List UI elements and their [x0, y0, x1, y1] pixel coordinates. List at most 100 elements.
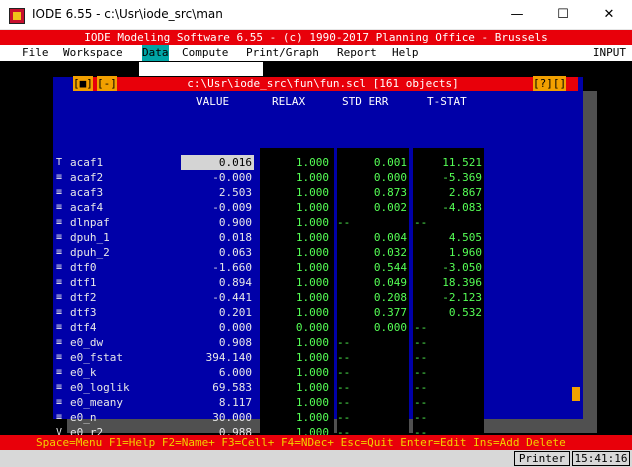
value-cell[interactable]: -0.441 [181, 290, 254, 305]
tstat-cell[interactable]: -- [414, 350, 483, 365]
tstat-cell[interactable]: 11.521 [413, 155, 482, 170]
relax-cell[interactable]: 1.000 [261, 170, 329, 185]
value-cell[interactable]: 0.000 [181, 320, 254, 335]
close-button[interactable]: ✕ [586, 0, 632, 30]
stderr-cell[interactable]: 0.049 [337, 275, 407, 290]
value-cell[interactable]: 0.894 [181, 275, 254, 290]
menu-data[interactable]: Data [142, 45, 169, 61]
stderr-cell[interactable]: 0.377 [337, 305, 407, 320]
value-cell[interactable]: 6.000 [181, 365, 254, 380]
table-row[interactable]: dtf3 0.201 1.000 0.377 0.532 [53, 305, 583, 320]
tstat-cell[interactable]: -- [414, 410, 483, 425]
relax-cell[interactable]: 1.000 [261, 185, 329, 200]
menu-help[interactable]: Help [392, 45, 419, 61]
table-row[interactable]: dpuh_1 0.018 1.000 0.004 4.505 [53, 230, 583, 245]
relax-cell[interactable]: 0.000 [261, 320, 329, 335]
value-cell[interactable]: 0.900 [181, 215, 254, 230]
tstat-cell[interactable]: -4.083 [413, 200, 482, 215]
relax-cell[interactable]: 1.000 [261, 230, 329, 245]
stderr-cell[interactable]: 0.002 [337, 200, 407, 215]
relax-cell[interactable]: 1.000 [261, 290, 329, 305]
stderr-cell[interactable]: 0.000 [337, 320, 407, 335]
table-row[interactable]: dtf4 0.000 0.000 0.000 -- [53, 320, 583, 335]
table-row[interactable]: e0_n 30.000 1.000 -- -- [53, 410, 583, 425]
panel-help-button[interactable]: [?][] [533, 76, 567, 91]
stderr-cell[interactable]: 0.873 [337, 185, 407, 200]
value-cell[interactable]: 69.583 [181, 380, 254, 395]
tstat-cell[interactable]: -- [414, 320, 483, 335]
value-cell[interactable]: 0.018 [181, 230, 254, 245]
stderr-cell[interactable]: -- [337, 335, 407, 350]
tstat-cell[interactable]: -- [414, 335, 483, 350]
relax-cell[interactable]: 1.000 [261, 305, 329, 320]
menu-workspace[interactable]: Workspace [63, 45, 123, 61]
table-row[interactable]: e0_loglik 69.583 1.000 -- -- [53, 380, 583, 395]
value-cell[interactable]: -0.009 [181, 200, 254, 215]
relax-cell[interactable]: 1.000 [261, 275, 329, 290]
stderr-cell[interactable]: 0.001 [337, 155, 407, 170]
value-cell[interactable]: -0.000 [181, 170, 254, 185]
table-row[interactable]: acaf2 -0.000 1.000 0.000 -5.369 [53, 170, 583, 185]
table-row[interactable]: acaf3 2.503 1.000 0.873 2.867 [53, 185, 583, 200]
table-row[interactable]: dlnpaf 0.900 1.000 -- -- [53, 215, 583, 230]
tstat-cell[interactable]: -- [414, 215, 483, 230]
table-row[interactable]: e0_k 6.000 1.000 -- -- [53, 365, 583, 380]
stderr-cell[interactable]: -- [337, 365, 407, 380]
stderr-cell[interactable]: 0.032 [337, 245, 407, 260]
table-row[interactable]: dtf1 0.894 1.000 0.049 18.396 [53, 275, 583, 290]
maximize-button[interactable]: ☐ [540, 0, 586, 30]
relax-cell[interactable]: 1.000 [261, 245, 329, 260]
panel-title-bar[interactable]: [■] [-] c:\Usr\iode_src\fun\fun.scl [161… [73, 76, 578, 91]
tstat-cell[interactable]: -2.123 [413, 290, 482, 305]
stderr-cell[interactable]: -- [337, 410, 407, 425]
table-row[interactable]: dpuh_2 0.063 1.000 0.032 1.960 [53, 245, 583, 260]
table-row[interactable]: e0_dw 0.908 1.000 -- -- [53, 335, 583, 350]
table-row[interactable]: dtf0 -1.660 1.000 0.544 -3.050 [53, 260, 583, 275]
value-cell[interactable]: 30.000 [181, 410, 254, 425]
stderr-cell[interactable]: 0.208 [337, 290, 407, 305]
minimize-button[interactable]: — [494, 0, 540, 30]
relax-cell[interactable]: 1.000 [261, 200, 329, 215]
relax-cell[interactable]: 1.000 [261, 365, 329, 380]
stderr-cell[interactable]: -- [337, 350, 407, 365]
panel-minimize-button[interactable]: [-] [97, 76, 117, 91]
stderr-cell[interactable]: -- [337, 380, 407, 395]
relax-cell[interactable]: 1.000 [261, 395, 329, 410]
table-row[interactable]: acaf4 -0.009 1.000 0.002 -4.083 [53, 200, 583, 215]
table-row[interactable]: dtf2 -0.441 1.000 0.208 -2.123 [53, 290, 583, 305]
value-cell[interactable]: 0.016 [181, 155, 254, 170]
tstat-cell[interactable]: -5.369 [413, 170, 482, 185]
relax-cell[interactable]: 1.000 [261, 260, 329, 275]
tstat-cell[interactable]: -- [414, 395, 483, 410]
tstat-cell[interactable]: 1.960 [413, 245, 482, 260]
tstat-cell[interactable]: -- [414, 380, 483, 395]
tstat-cell[interactable]: -3.050 [413, 260, 482, 275]
value-cell[interactable]: -1.660 [181, 260, 254, 275]
menu-report[interactable]: Report [337, 45, 377, 61]
table-row[interactable]: e0_meany 8.117 1.000 -- -- [53, 395, 583, 410]
relax-cell[interactable]: 1.000 [261, 215, 329, 230]
stderr-cell[interactable]: 0.000 [337, 170, 407, 185]
relax-cell[interactable]: 1.000 [261, 335, 329, 350]
printer-indicator[interactable]: Printer [514, 451, 570, 466]
menu-compute[interactable]: Compute [182, 45, 228, 61]
panel-close-button[interactable]: [■] [73, 76, 93, 91]
tstat-cell[interactable]: -- [414, 365, 483, 380]
relax-cell[interactable]: 1.000 [261, 350, 329, 365]
window-title-bar[interactable]: IODE 6.55 - c:\Usr\iode_src\man — ☐ ✕ [0, 0, 632, 30]
stderr-cell[interactable]: 0.544 [337, 260, 407, 275]
menu-print-graph[interactable]: Print/Graph [246, 45, 319, 61]
relax-cell[interactable]: 1.000 [261, 155, 329, 170]
tstat-cell[interactable]: 4.505 [413, 230, 482, 245]
scroll-thumb[interactable] [572, 387, 580, 401]
tstat-cell[interactable]: 0.532 [413, 305, 482, 320]
stderr-cell[interactable]: -- [337, 395, 407, 410]
stderr-cell[interactable]: -- [337, 215, 407, 230]
table-row[interactable]: acaf1 0.016 1.000 0.001 11.521 [53, 155, 583, 170]
relax-cell[interactable]: 1.000 [261, 380, 329, 395]
value-cell[interactable]: 2.503 [181, 185, 254, 200]
tstat-cell[interactable]: 18.396 [413, 275, 482, 290]
tstat-cell[interactable]: 2.867 [413, 185, 482, 200]
stderr-cell[interactable]: 0.004 [337, 230, 407, 245]
table-row[interactable]: e0_fstat 394.140 1.000 -- -- [53, 350, 583, 365]
